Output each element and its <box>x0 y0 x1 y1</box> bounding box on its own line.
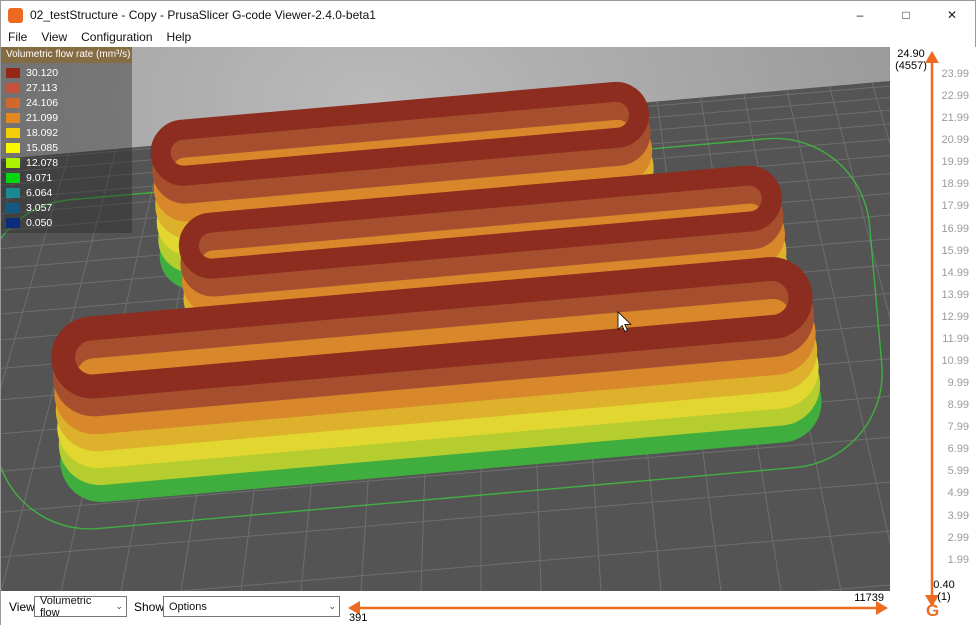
titlebar: 02_testStructure - Copy - PrusaSlicer G-… <box>1 1 975 29</box>
layer-tick-label: 10.99 <box>941 355 969 367</box>
legend-items: 30.120 27.113 24.106 21.099 18.092 15.085 12.0… <box>1 63 132 233</box>
legend-value: 24.106 <box>26 97 58 109</box>
layer-bottom-value: 0.40 <box>922 579 966 591</box>
layer-tick-label: 4.99 <box>948 487 969 499</box>
layer-tick-label: 20.99 <box>941 134 969 146</box>
window-title: 02_testStructure - Copy - PrusaSlicer G-… <box>30 8 376 22</box>
legend-color-swatch <box>6 83 20 93</box>
legend-item: 15.085 <box>1 140 132 155</box>
legend-item: 21.099 <box>1 110 132 125</box>
legend-item: 0.050 <box>1 215 132 230</box>
legend-color-swatch <box>6 98 20 108</box>
gcode-viewer-logo: G <box>926 601 939 621</box>
minimize-button[interactable]: – <box>837 1 883 29</box>
legend-item: 12.078 <box>1 155 132 170</box>
layer-tick-label: 16.99 <box>941 223 969 235</box>
move-slider-min: 391 <box>349 612 367 624</box>
legend-color-swatch <box>6 188 20 198</box>
legend-color-swatch <box>6 218 20 228</box>
legend-value: 12.078 <box>26 157 58 169</box>
menu-item-view[interactable]: View <box>34 29 74 47</box>
legend-item: 18.092 <box>1 125 132 140</box>
legend-value: 3.057 <box>26 202 52 214</box>
layer-slider-panel: 24.90 (4557) 23.9922.9921.9920.9919.9918… <box>890 47 976 625</box>
layer-range-slider[interactable] <box>920 49 944 609</box>
layer-tick-label: 13.99 <box>941 289 969 301</box>
chevron-down-icon: ⌄ <box>324 601 336 612</box>
legend-item: 27.113 <box>1 80 132 95</box>
layer-tick-label: 11.99 <box>942 333 969 345</box>
legend-item: 3.057 <box>1 200 132 215</box>
legend-color-swatch <box>6 128 20 138</box>
menu-item-help[interactable]: Help <box>160 29 199 47</box>
show-label: Show <box>134 600 164 614</box>
viewport-3d[interactable] <box>1 47 890 591</box>
view-type-value: Volumetric flow <box>40 595 111 619</box>
legend-item: 6.064 <box>1 185 132 200</box>
menu-item-configuration[interactable]: Configuration <box>74 29 159 47</box>
legend-value: 21.099 <box>26 112 58 124</box>
layer-tick-label: 19.99 <box>941 156 969 168</box>
move-range-slider[interactable] <box>346 591 890 625</box>
legend-color-swatch <box>6 173 20 183</box>
legend-color-swatch <box>6 203 20 213</box>
app-icon <box>8 8 23 23</box>
legend-color-swatch <box>6 158 20 168</box>
legend-value: 15.085 <box>26 142 58 154</box>
legend-value: 27.113 <box>26 82 57 94</box>
layer-tick-label: 21.99 <box>941 112 969 124</box>
layer-tick-label: 14.99 <box>941 267 969 279</box>
legend-item: 30.120 <box>1 65 132 80</box>
legend-panel: Volumetric flow rate (mm³/s) 30.120 27.11… <box>1 47 132 233</box>
chevron-down-icon: ⌄ <box>111 601 123 612</box>
legend-title: Volumetric flow rate (mm³/s) <box>1 47 132 63</box>
view-type-select[interactable]: Volumetric flow ⌄ <box>34 596 127 617</box>
legend-item: 9.071 <box>1 170 132 185</box>
layer-tick-label: 18.99 <box>941 178 969 190</box>
legend-value: 9.071 <box>26 172 52 184</box>
bottom-bar: View Volumetric flow ⌄ Show Options ⌄ 11… <box>1 591 890 625</box>
legend-value: 6.064 <box>26 187 52 199</box>
app-window: 02_testStructure - Copy - PrusaSlicer G-… <box>0 0 976 625</box>
view-label: View <box>9 600 35 614</box>
layer-tick-label: 2.99 <box>948 532 969 544</box>
layer-tick-label: 7.99 <box>948 421 969 433</box>
legend-value: 30.120 <box>26 67 58 79</box>
legend-color-swatch <box>6 68 20 78</box>
legend-value: 18.092 <box>26 127 58 139</box>
layer-tick-label: 8.99 <box>948 399 969 411</box>
layer-tick-label: 22.99 <box>941 90 969 102</box>
layer-tick-label: 15.99 <box>941 245 969 257</box>
legend-color-swatch <box>6 143 20 153</box>
legend-value: 0.050 <box>26 217 52 229</box>
menu-item-file[interactable]: File <box>1 29 34 47</box>
layer-tick-label: 23.99 <box>941 68 969 80</box>
layer-tick-label: 9.99 <box>948 377 969 389</box>
layer-bottom-label: 0.40 (1) <box>922 579 966 603</box>
slider-arrow-up-icon[interactable] <box>925 51 939 63</box>
layer-tick-label: 17.99 <box>941 200 969 212</box>
layer-tick-label: 5.99 <box>948 465 969 477</box>
legend-color-swatch <box>6 113 20 123</box>
layer-tick-label: 1.99 <box>948 554 969 566</box>
maximize-button[interactable]: □ <box>883 1 929 29</box>
show-options-value: Options <box>169 601 207 613</box>
layer-tick-label: 6.99 <box>948 443 969 455</box>
window-controls: – □ ✕ <box>837 1 975 29</box>
close-button[interactable]: ✕ <box>929 1 975 29</box>
layer-tick-labels: 23.99 22.99 21.99 20.99 19.99 18.99 17.99 16.99… <box>941 68 969 566</box>
show-options-select[interactable]: Options ⌄ <box>163 596 340 617</box>
menubar: FileViewConfigurationHelp <box>1 29 975 47</box>
layer-tick-label: 12.99 <box>941 311 969 323</box>
slider-arrow-right-icon[interactable] <box>876 601 888 615</box>
viewport: Volumetric flow rate (mm³/s) 30.120 27.11… <box>1 47 890 591</box>
layer-tick-label: 3.99 <box>948 510 969 522</box>
legend-item: 24.106 <box>1 95 132 110</box>
